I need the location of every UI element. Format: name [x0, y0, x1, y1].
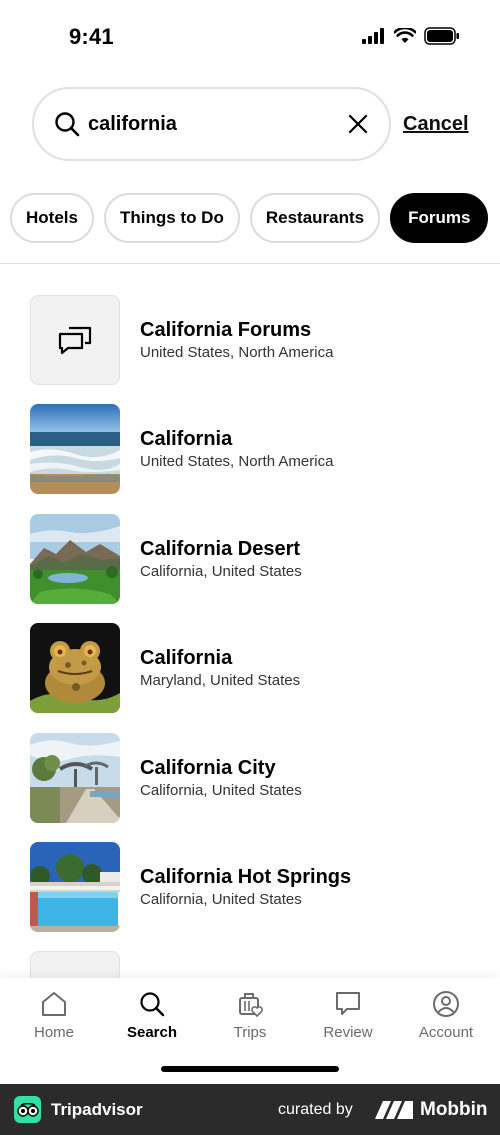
- result-subtitle: California, United States: [140, 890, 302, 908]
- list-item[interactable]: California Maryland, United States: [30, 623, 470, 713]
- search-input[interactable]: [88, 112, 341, 136]
- tab-review[interactable]: Review: [303, 990, 393, 1041]
- result-subtitle: California, United States: [140, 562, 302, 580]
- result-title: California: [140, 646, 233, 669]
- cancel-button[interactable]: Cancel: [403, 113, 469, 136]
- status-icons: [362, 27, 460, 45]
- partner-name: Mobbin: [420, 1099, 488, 1120]
- home-indicator: [161, 1066, 339, 1072]
- park-photo: [30, 733, 120, 823]
- battery-icon: [424, 27, 459, 45]
- frog-illustration: [30, 623, 120, 713]
- result-title: California: [140, 427, 233, 450]
- wifi-icon: [394, 28, 416, 43]
- list-item[interactable]: California United States, North America: [30, 404, 470, 494]
- list-item[interactable]: California Hot Springs California, Unite…: [30, 842, 470, 932]
- result-subtitle: United States, North America: [140, 452, 334, 470]
- beach-photo: [30, 404, 120, 494]
- tripadvisor-logo-icon: [14, 1096, 41, 1123]
- suitcase-heart-icon: [239, 993, 263, 1018]
- tab-label: Home: [33, 1024, 74, 1041]
- tab-account[interactable]: Account: [401, 990, 491, 1041]
- tab-label: Review: [323, 1024, 373, 1041]
- status-bar: 9:41: [0, 0, 500, 74]
- result-title: California Desert: [140, 537, 301, 560]
- mobbin-logo-icon: [375, 1101, 413, 1119]
- close-icon[interactable]: [347, 113, 369, 135]
- list-item[interactable]: California Forums United States, North A…: [30, 295, 470, 385]
- tab-trips[interactable]: Trips: [205, 990, 295, 1041]
- footer-bar: Tripadvisor curated by Mobbin: [0, 1084, 500, 1135]
- result-subtitle: United States, North America: [140, 343, 334, 361]
- home-icon: [42, 992, 66, 1016]
- forum-icon: [30, 295, 120, 385]
- chip-hotels[interactable]: Hotels: [10, 193, 94, 243]
- list-item[interactable]: California Desert California, United Sta…: [30, 514, 470, 604]
- tab-label: Search: [126, 1024, 178, 1041]
- result-title: California Hot Springs: [140, 865, 352, 888]
- search-bar[interactable]: [32, 87, 391, 161]
- list-item[interactable]: California City California, United State…: [30, 733, 470, 823]
- chip-forums[interactable]: Forums: [390, 193, 489, 243]
- tab-label: Account: [418, 1024, 474, 1041]
- account-icon: [433, 991, 459, 1017]
- result-title: California City: [140, 756, 276, 779]
- result-title: California Forums: [140, 318, 312, 341]
- brand-name: Tripadvisor: [51, 1100, 143, 1119]
- search-icon: [55, 112, 80, 137]
- tab-search[interactable]: Search: [107, 990, 197, 1041]
- result-subtitle: California, United States: [140, 781, 302, 799]
- curated-by-label: curated by: [278, 1101, 353, 1118]
- golf-course-photo: [30, 514, 120, 604]
- pool-photo: [30, 842, 120, 932]
- tab-label: Trips: [233, 1024, 267, 1041]
- divider: [0, 263, 500, 264]
- category-chips: Hotels Things to Do Restaurants Forums: [10, 193, 489, 243]
- speech-bubble-icon: [336, 992, 360, 1015]
- chip-restaurants[interactable]: Restaurants: [249, 193, 381, 243]
- chip-things-to-do[interactable]: Things to Do: [103, 193, 240, 243]
- status-time: 9:41: [69, 24, 114, 49]
- tab-home[interactable]: Home: [9, 990, 99, 1041]
- cellular-signal-icon: [362, 28, 384, 44]
- search-icon: [140, 992, 165, 1017]
- result-subtitle: Maryland, United States: [140, 671, 301, 689]
